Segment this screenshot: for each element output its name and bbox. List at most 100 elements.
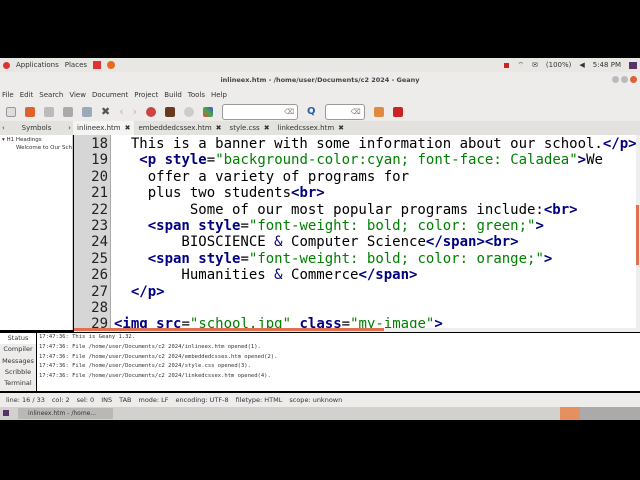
close-button[interactable] <box>630 76 637 83</box>
jump-icon[interactable] <box>373 106 384 117</box>
menu-project[interactable]: Project <box>134 91 158 99</box>
tab-status[interactable]: Status <box>0 333 36 345</box>
line-number: 24 <box>91 234 108 251</box>
clear-icon[interactable]: ⌫ <box>284 108 294 116</box>
menu-document[interactable]: Document <box>92 91 128 99</box>
search-icon[interactable]: Q <box>307 106 316 117</box>
mail-icon[interactable]: ✉ <box>532 61 538 69</box>
wifi-icon[interactable]: ⌔ <box>517 61 524 70</box>
symbol-group[interactable]: ▾ H1 Headings <box>0 135 72 145</box>
code-token: style <box>164 152 207 169</box>
tab-embeddedcssex[interactable]: embeddedcssex.htm ✖ <box>134 121 225 135</box>
new-file-icon[interactable] <box>6 106 16 117</box>
maximize-button[interactable] <box>621 76 628 83</box>
volume-icon[interactable]: ◀ <box>579 61 584 69</box>
build-icon[interactable] <box>165 106 176 117</box>
clear-icon[interactable]: ⌫ <box>351 108 361 116</box>
compile-icon[interactable] <box>146 106 157 117</box>
tab-messages[interactable]: Messages <box>0 356 36 367</box>
symbol-item[interactable]: Welcome to Our Sch <box>0 145 72 151</box>
code-token: </p> <box>602 136 636 152</box>
symbol-group-label: H1 Headings <box>6 137 42 143</box>
status-sel: sel: 0 <box>76 396 95 404</box>
clock[interactable]: 5:48 PM <box>593 61 621 69</box>
code-token: Humanities <box>114 267 275 284</box>
close-file-icon[interactable]: ✖ <box>101 105 110 118</box>
code-token: "school.jpg" <box>189 316 292 328</box>
tab-inlineex[interactable]: inlineex.htm ✖ <box>73 121 135 135</box>
tab-scribble[interactable]: Scribble <box>0 367 36 378</box>
code-line: BIOSCIENCE & Computer Science</span><br> <box>114 234 518 251</box>
tab-symbols[interactable]: Symbols <box>22 124 52 132</box>
line-number: 19 <box>91 152 108 169</box>
save-all-icon[interactable] <box>63 106 73 117</box>
code-token: "background-color:cyan; font-face: Calad… <box>215 152 578 169</box>
pdf-icon[interactable] <box>93 61 102 69</box>
tab-linkedcssex[interactable]: linkedcssex.htm ✖ <box>274 121 348 135</box>
save-icon[interactable] <box>44 106 54 117</box>
code-line: <p style="background-color:cyan; font-fa… <box>114 152 603 168</box>
code-token: <span <box>147 218 199 234</box>
code-token: Some of our most popular programs includ… <box>114 201 544 218</box>
horizontal-scrollbar[interactable] <box>74 328 640 332</box>
user-icon[interactable] <box>629 61 637 69</box>
code-token: BIOSCIENCE <box>114 234 275 251</box>
close-icon[interactable]: ✖ <box>125 121 131 135</box>
places-menu[interactable]: Places <box>65 61 87 69</box>
close-icon[interactable]: ✖ <box>216 121 222 135</box>
tab-terminal[interactable]: Terminal <box>0 378 36 389</box>
applications-menu[interactable]: Applications <box>16 61 59 69</box>
chevron-left-icon[interactable]: ‹ <box>2 124 5 132</box>
code-token: offer a variety of programs for <box>114 168 410 185</box>
execute-icon[interactable] <box>184 106 195 117</box>
code-token: plus two students <box>114 185 292 202</box>
vertical-scrollbar[interactable] <box>636 135 640 330</box>
code-line: Some of our most popular programs includ… <box>114 202 578 218</box>
menu-help[interactable]: Help <box>211 91 227 99</box>
line-number-gutter: 18 19 20 21 22 23 24 25 26 27 28 29 <box>74 135 110 332</box>
menu-tools[interactable]: Tools <box>188 91 205 99</box>
menu-file[interactable]: File <box>2 91 14 99</box>
search-input[interactable]: ⌫ <box>222 103 299 120</box>
code-editor[interactable]: This is a banner with some information a… <box>110 135 636 328</box>
code-token: > <box>543 250 553 267</box>
code-token: class <box>299 316 342 328</box>
taskbar-item[interactable]: inlineex.htm - /home... <box>18 408 113 419</box>
line-number: 23 <box>91 218 108 234</box>
color-chooser-icon[interactable] <box>203 106 214 117</box>
code-token: style <box>198 250 241 267</box>
code-token: style <box>198 218 241 234</box>
menu-edit[interactable]: Edit <box>20 91 34 99</box>
quit-icon[interactable] <box>392 106 403 117</box>
goto-line-input[interactable]: ⌫ <box>324 103 365 120</box>
record-icon[interactable] <box>504 62 510 68</box>
chevron-right-icon[interactable]: › <box>68 124 71 132</box>
menu-view[interactable]: View <box>69 91 86 99</box>
code-token: & <box>274 267 283 284</box>
firefox-icon[interactable] <box>107 61 116 69</box>
code-token: = <box>181 316 190 328</box>
battery-level[interactable]: (100%) <box>546 61 571 69</box>
revert-icon[interactable] <box>82 106 92 117</box>
minimize-button[interactable] <box>612 76 619 83</box>
log-line: 17:47:36: File /home/user/Documents/c2 2… <box>39 343 261 350</box>
open-file-icon[interactable] <box>25 106 35 117</box>
window-controls <box>612 76 637 83</box>
back-icon[interactable]: ‹ <box>119 105 123 118</box>
ubuntu-icon[interactable] <box>3 61 10 69</box>
line-number: 20 <box>91 168 108 185</box>
status-encoding: encoding: UTF-8 <box>175 396 229 404</box>
taskbar: inlineex.htm - /home... <box>0 407 640 420</box>
menu-search[interactable]: Search <box>39 91 63 99</box>
forward-icon[interactable]: › <box>133 105 137 118</box>
close-icon[interactable]: ✖ <box>338 121 344 135</box>
workspace-switcher[interactable] <box>560 407 640 420</box>
show-desktop-icon[interactable] <box>3 410 9 416</box>
menu-build[interactable]: Build <box>164 91 182 99</box>
close-icon[interactable]: ✖ <box>264 121 270 135</box>
status-mode: mode: LF <box>138 396 169 404</box>
code-token: We <box>586 152 603 169</box>
tab-style[interactable]: style.css ✖ <box>226 121 274 135</box>
tab-compiler[interactable]: Compiler <box>0 344 36 355</box>
